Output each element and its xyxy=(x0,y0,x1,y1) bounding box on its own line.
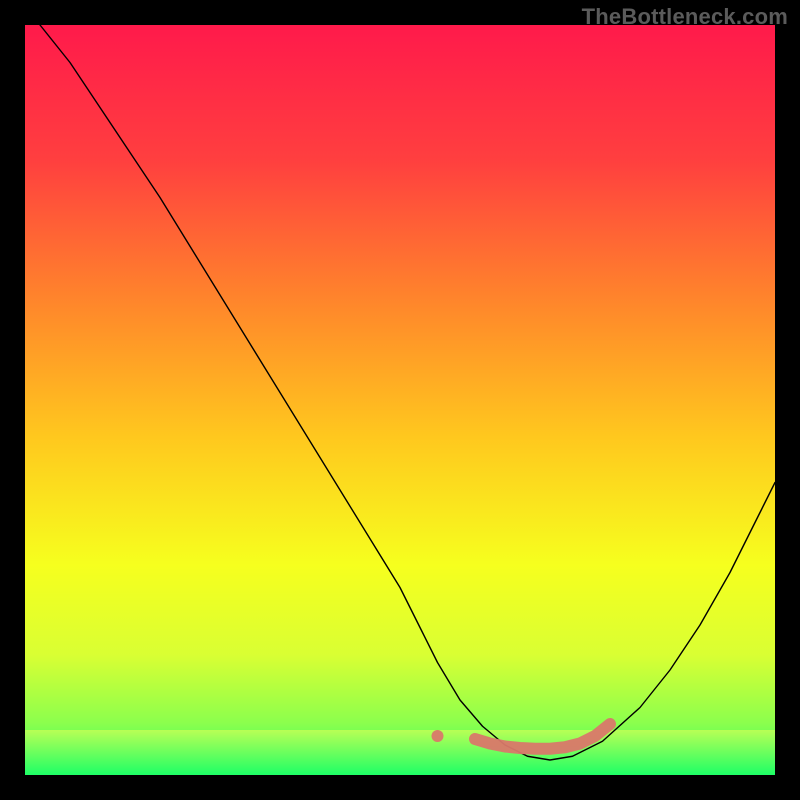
bottleneck-curve-chart xyxy=(25,25,775,775)
plot-area xyxy=(25,25,775,775)
watermark: TheBottleneck.com xyxy=(582,4,788,30)
gradient-background xyxy=(25,25,775,775)
chart-container: TheBottleneck.com xyxy=(0,0,800,800)
highlight-marker xyxy=(432,730,444,742)
green-band xyxy=(25,730,775,775)
